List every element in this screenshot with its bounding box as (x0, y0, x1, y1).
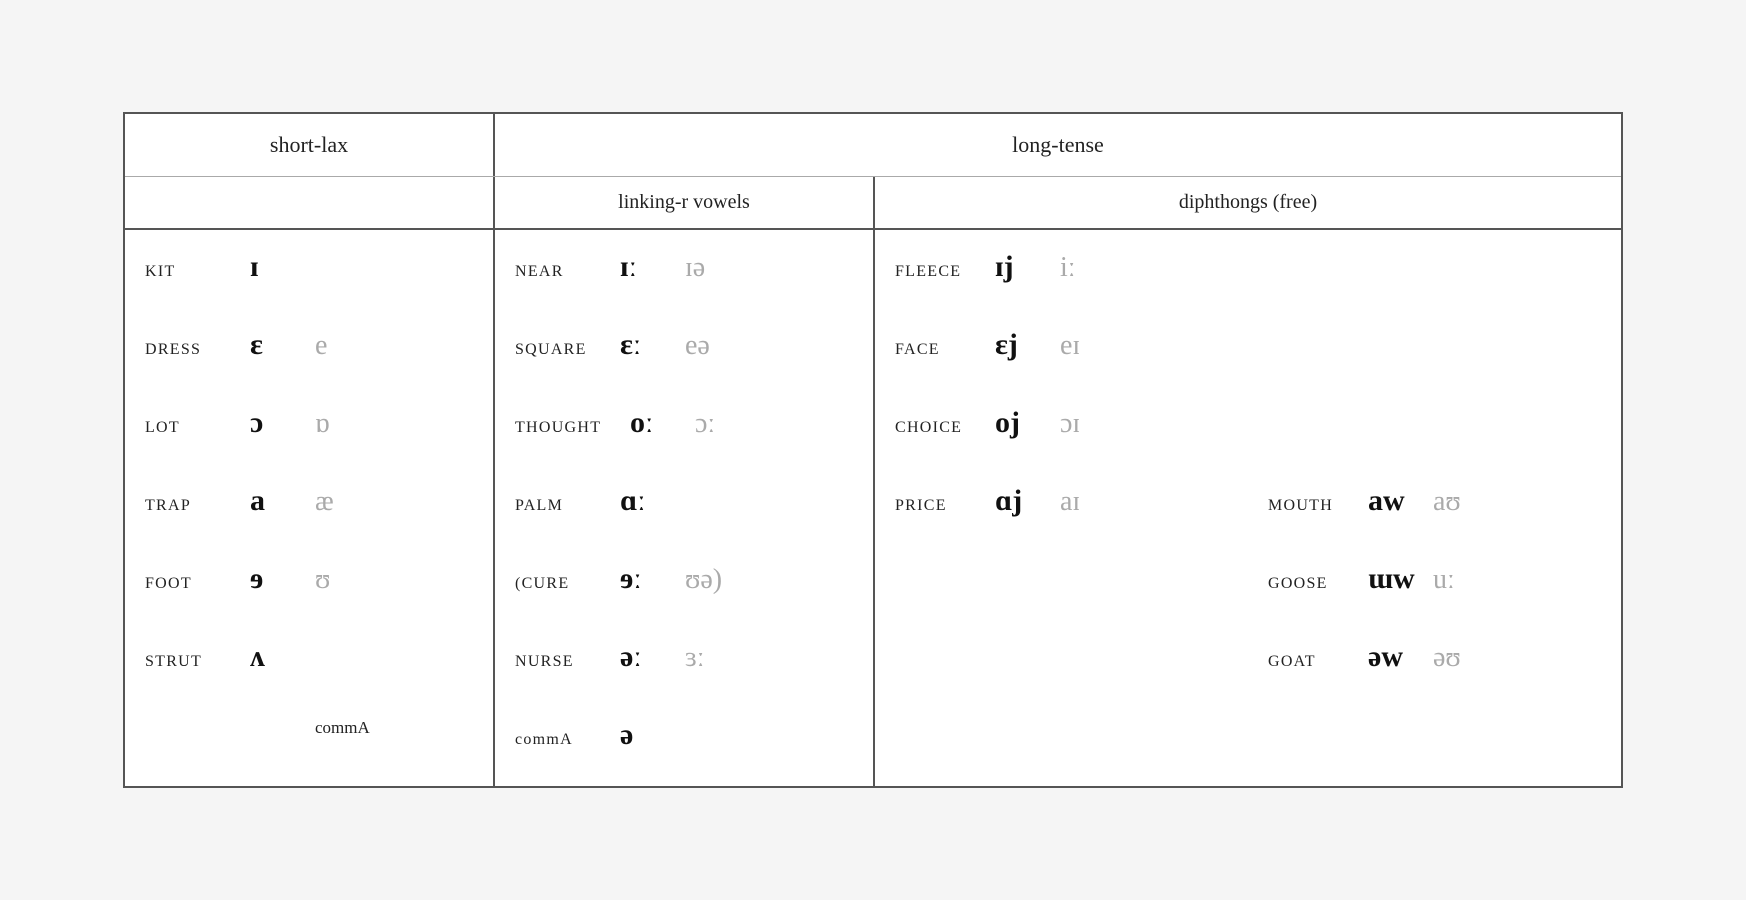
list-item: (CURE ɘː ʊə) (515, 562, 863, 610)
list-item: LOT ɔ ɒ (145, 406, 483, 454)
list-item: CHOICE oj ɔɪ (895, 406, 1611, 454)
list-item: NURSE əː ɜː (515, 640, 863, 688)
list-item: commA (145, 718, 483, 766)
header-linking-r: linking-r vowels (495, 177, 875, 228)
header-short-lax: short-lax (125, 114, 495, 176)
header-empty (125, 177, 495, 228)
list-item: FACE ɛj eɪ (895, 328, 1611, 376)
list-item: FOOT ɘ ʊ (145, 562, 483, 610)
list-item: FLEECE ɪj iː (895, 250, 1611, 298)
list-item: PRICE ɑj aɪ MOUTH aw aʊ (895, 484, 1611, 532)
list-item: commA ə (515, 718, 863, 766)
header-long-tense: long-tense (495, 114, 1621, 176)
body-area: KIT ɪ DRESS ɛ e LOT ɔ ɒ TRAP a æ FOOT ɘ (125, 230, 1621, 786)
list-item: PALM ɑː (515, 484, 863, 532)
header-row-2: linking-r vowels diphthongs (free) (125, 177, 1621, 230)
list-item: NEAR ɪː ɪə (515, 250, 863, 298)
list-item: STRUT ʌ (145, 640, 483, 688)
phonetics-table: short-lax long-tense linking-r vowels di… (123, 112, 1623, 788)
header-diphthongs: diphthongs (free) (875, 177, 1621, 228)
list-item: SQUARE ɛː eə (515, 328, 863, 376)
col-short-lax: KIT ɪ DRESS ɛ e LOT ɔ ɒ TRAP a æ FOOT ɘ (125, 230, 495, 786)
list-item: GOOSE ɯw uː (895, 562, 1611, 610)
header-row-1: short-lax long-tense (125, 114, 1621, 177)
col-linking-r: NEAR ɪː ɪə SQUARE ɛː eə THOUGHT oː ɔː PA… (495, 230, 875, 786)
list-item: KIT ɪ (145, 250, 483, 298)
list-item: TRAP a æ (145, 484, 483, 532)
list-item: DRESS ɛ e (145, 328, 483, 376)
list-item (895, 718, 1611, 766)
list-item: THOUGHT oː ɔː (515, 406, 863, 454)
list-item: GOAT əw əʊ (895, 640, 1611, 688)
col-diphthongs: FLEECE ɪj iː FACE ɛj eɪ CHOICE o (875, 230, 1621, 786)
